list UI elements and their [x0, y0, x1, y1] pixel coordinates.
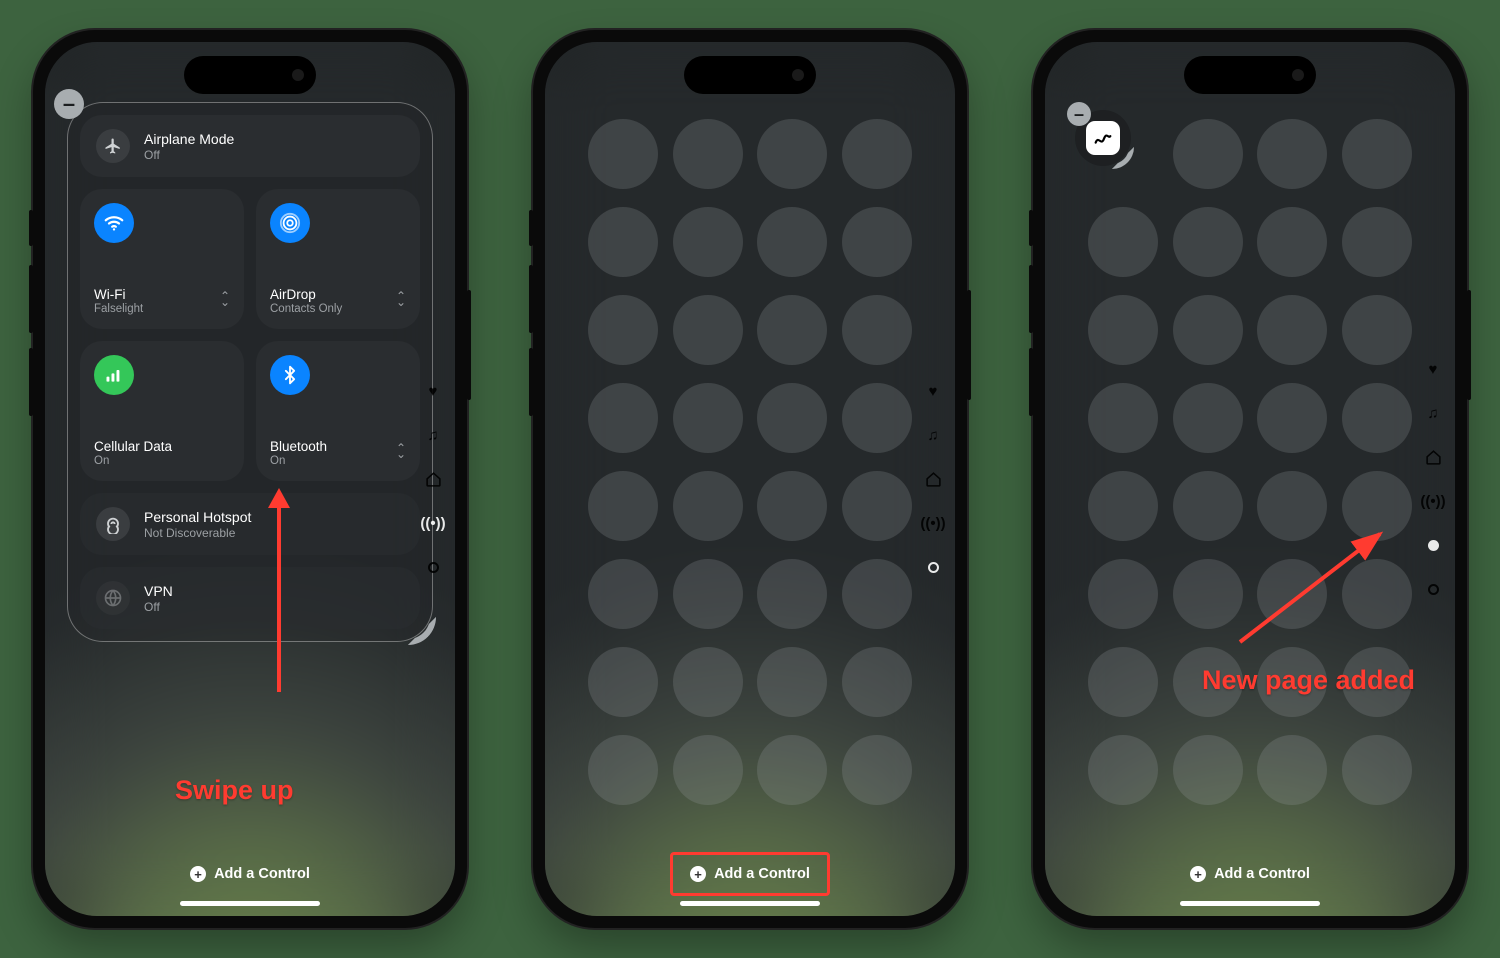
- home-icon: [1424, 448, 1442, 466]
- chevron-updown-icon: [220, 293, 230, 305]
- cellular-status: On: [94, 455, 230, 467]
- add-control-label: Add a Control: [714, 866, 810, 882]
- vpn-status: Off: [144, 600, 173, 614]
- bluetooth-status: On: [270, 455, 406, 467]
- wifi-tile[interactable]: Wi-Fi Falselight: [80, 189, 244, 329]
- freeform-control[interactable]: –: [1075, 110, 1131, 166]
- add-control-button[interactable]: + Add a Control: [172, 854, 328, 894]
- add-control-label: Add a Control: [214, 866, 310, 882]
- airplane-title: Airplane Mode: [144, 131, 234, 147]
- connectivity-panel[interactable]: – Airplane Mode Off: [67, 102, 433, 642]
- airdrop-title: AirDrop: [270, 287, 406, 302]
- wifi-status: Falselight: [94, 303, 230, 315]
- page-indicator-rail[interactable]: ♥ ♫ ((•)): [1421, 42, 1445, 916]
- screen-3: ♥ ♫ ((•)) –: [1045, 42, 1455, 916]
- wifi-title: Wi-Fi: [94, 287, 230, 302]
- cellular-title: Cellular Data: [94, 439, 230, 454]
- page-dot: [424, 558, 442, 576]
- music-icon: ♫: [424, 426, 442, 444]
- cellular-tile[interactable]: Cellular Data On: [80, 341, 244, 481]
- annotation-new-page: New page added: [1202, 665, 1415, 696]
- wifi-icon: [94, 203, 134, 243]
- swipe-up-arrow: [277, 502, 281, 692]
- airdrop-icon: [270, 203, 310, 243]
- phone-2: ♥ ♫ ((•)): [533, 30, 967, 928]
- heart-icon: ♥: [424, 382, 442, 400]
- plus-icon: +: [690, 866, 706, 882]
- vpn-title: VPN: [144, 583, 173, 599]
- hotspot-title: Personal Hotspot: [144, 509, 251, 525]
- remove-button[interactable]: –: [54, 89, 84, 119]
- dynamic-island: [684, 56, 816, 94]
- plus-icon: +: [190, 866, 206, 882]
- heart-icon: ♥: [1424, 360, 1442, 378]
- antenna-icon: ((•)): [424, 514, 442, 532]
- airplane-mode-tile[interactable]: Airplane Mode Off: [80, 115, 420, 177]
- home-icon: [424, 470, 442, 488]
- antenna-icon: ((•)): [924, 514, 942, 532]
- dynamic-island: [184, 56, 316, 94]
- home-icon: [924, 470, 942, 488]
- page-dot-active: [1424, 536, 1442, 554]
- hotspot-icon: [96, 507, 130, 541]
- chevron-updown-icon: [396, 293, 406, 305]
- annotation-swipe-up: Swipe up: [175, 775, 294, 806]
- home-indicator[interactable]: [680, 901, 820, 906]
- chevron-updown-icon: [396, 445, 406, 457]
- screen-1: ♥ ♫ ((•)) – Airplane: [45, 42, 455, 916]
- airplane-status: Off: [144, 148, 234, 162]
- add-control-label: Add a Control: [1214, 866, 1310, 882]
- empty-grid[interactable]: [567, 102, 933, 854]
- page-indicator-rail[interactable]: ♥ ♫ ((•)): [421, 42, 445, 916]
- bluetooth-tile[interactable]: Bluetooth On: [256, 341, 420, 481]
- plus-icon: +: [1190, 866, 1206, 882]
- airdrop-status: Contacts Only: [270, 303, 406, 315]
- cellular-icon: [94, 355, 134, 395]
- dynamic-island: [1184, 56, 1316, 94]
- heart-icon: ♥: [924, 382, 942, 400]
- antenna-icon: ((•)): [1424, 492, 1442, 510]
- add-control-button[interactable]: + Add a Control: [672, 854, 828, 894]
- page-ring: [1424, 580, 1442, 598]
- vpn-icon: [96, 581, 130, 615]
- tutorial-stage: ♥ ♫ ((•)) – Airplane: [0, 0, 1500, 958]
- annotation-arrow: [1225, 522, 1395, 652]
- bluetooth-title: Bluetooth: [270, 439, 406, 454]
- phone-3: ♥ ♫ ((•)) –: [1033, 30, 1467, 928]
- music-icon: ♫: [1424, 404, 1442, 422]
- page-indicator-rail[interactable]: ♥ ♫ ((•)): [921, 42, 945, 916]
- airplane-icon: [96, 129, 130, 163]
- empty-grid[interactable]: [1067, 102, 1433, 854]
- screen-2: ♥ ♫ ((•)): [545, 42, 955, 916]
- remove-button[interactable]: –: [1067, 102, 1091, 126]
- hotspot-status: Not Discoverable: [144, 526, 251, 540]
- music-icon: ♫: [924, 426, 942, 444]
- home-indicator[interactable]: [180, 901, 320, 906]
- page-ring-active: [924, 558, 942, 576]
- phone-1: ♥ ♫ ((•)) – Airplane: [33, 30, 467, 928]
- bluetooth-icon: [270, 355, 310, 395]
- hotspot-tile[interactable]: Personal Hotspot Not Discoverable: [80, 493, 420, 555]
- home-indicator[interactable]: [1180, 901, 1320, 906]
- add-control-button[interactable]: + Add a Control: [1172, 854, 1328, 894]
- vpn-tile[interactable]: VPN Off: [80, 567, 420, 629]
- airdrop-tile[interactable]: AirDrop Contacts Only: [256, 189, 420, 329]
